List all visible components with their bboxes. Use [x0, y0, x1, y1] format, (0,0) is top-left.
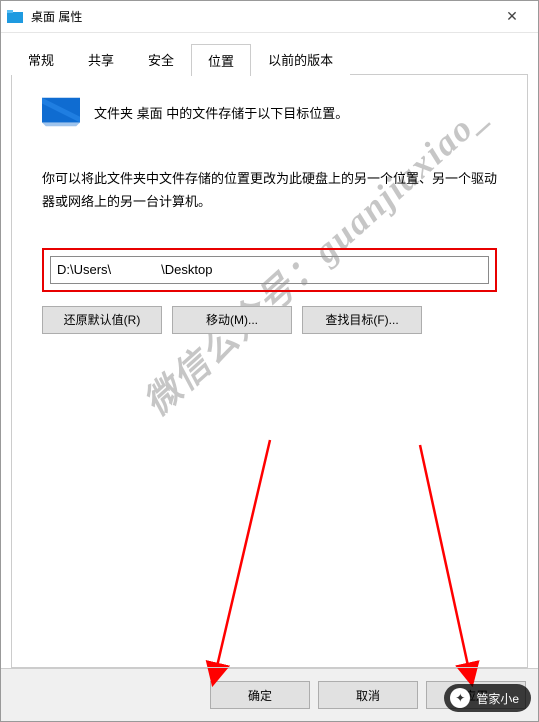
folder-storage-label: 文件夹 桌面 中的文件存储于以下目标位置。	[94, 103, 348, 122]
close-button[interactable]: ✕	[492, 3, 532, 31]
restore-defaults-button[interactable]: 还原默认值(R)	[42, 306, 162, 334]
folder-icon	[7, 9, 23, 25]
tab-previous[interactable]: 以前的版本	[251, 43, 350, 75]
path-highlight: D:\Users\ \Desktop	[42, 248, 497, 292]
tab-general[interactable]: 常规	[11, 43, 71, 75]
path-input[interactable]: D:\Users\ \Desktop	[50, 256, 489, 284]
ok-button[interactable]: 确定	[210, 681, 310, 709]
window-title: 桌面 属性	[31, 8, 492, 25]
tab-strip: 常规 共享 安全 位置 以前的版本	[11, 43, 528, 75]
find-target-button[interactable]: 查找目标(F)...	[302, 306, 422, 334]
tab-security[interactable]: 安全	[131, 43, 191, 75]
author-badge: ✦ 管家小e	[444, 684, 531, 712]
path-redacted	[111, 263, 161, 274]
desktop-folder-icon	[42, 97, 80, 127]
location-panel: 文件夹 桌面 中的文件存储于以下目标位置。 你可以将此文件夹中文件存储的位置更改…	[11, 74, 528, 668]
author-avatar-icon: ✦	[450, 688, 470, 708]
path-prefix: D:\Users\	[57, 262, 111, 277]
tab-sharing[interactable]: 共享	[71, 43, 131, 75]
author-name: 管家小e	[476, 690, 519, 707]
move-button[interactable]: 移动(M)...	[172, 306, 292, 334]
path-suffix: \Desktop	[161, 262, 212, 277]
tab-location[interactable]: 位置	[191, 44, 251, 76]
cancel-button[interactable]: 取消	[318, 681, 418, 709]
location-description: 你可以将此文件夹中文件存储的位置更改为此硬盘上的另一个位置、另一个驱动器或网络上…	[42, 167, 497, 214]
